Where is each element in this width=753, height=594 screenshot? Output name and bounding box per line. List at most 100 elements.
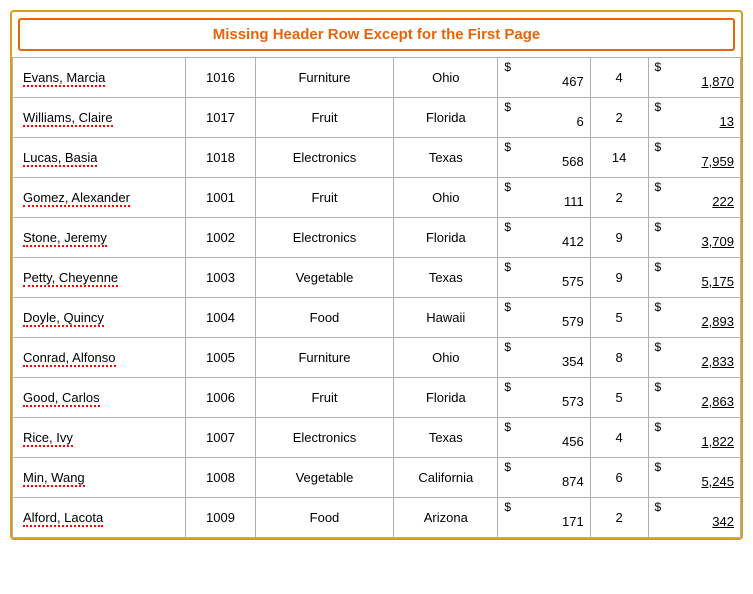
id-cell: 1008: [186, 458, 255, 498]
id-cell: 1004: [186, 298, 255, 338]
id-cell: 1005: [186, 338, 255, 378]
name-cell: Stone, Jeremy: [13, 218, 186, 258]
total-cell: $222: [648, 178, 740, 218]
category-cell: Electronics: [255, 218, 394, 258]
table-row: Petty, Cheyenne1003VegetableTexas$5759$5…: [13, 258, 741, 298]
name-cell: Alford, Lacota: [13, 498, 186, 538]
name-cell: Conrad, Alfonso: [13, 338, 186, 378]
state-cell: Arizona: [394, 498, 498, 538]
total-cell: $3,709: [648, 218, 740, 258]
state-cell: Ohio: [394, 178, 498, 218]
name-cell: Rice, Ivy: [13, 418, 186, 458]
category-cell: Vegetable: [255, 458, 394, 498]
name-cell: Gomez, Alexander: [13, 178, 186, 218]
total-cell: $1,822: [648, 418, 740, 458]
qty-cell: 9: [590, 218, 648, 258]
id-cell: 1002: [186, 218, 255, 258]
unit-price-cell: $575: [498, 258, 590, 298]
total-cell: $7,959: [648, 138, 740, 178]
unit-price-cell: $354: [498, 338, 590, 378]
qty-cell: 2: [590, 498, 648, 538]
table-row: Conrad, Alfonso1005FurnitureOhio$3548$2,…: [13, 338, 741, 378]
unit-price-cell: $171: [498, 498, 590, 538]
table-row: Doyle, Quincy1004FoodHawaii$5795$2,893: [13, 298, 741, 338]
table-row: Evans, Marcia1016FurnitureOhio$4674$1,87…: [13, 58, 741, 98]
category-cell: Furniture: [255, 338, 394, 378]
total-cell: $342: [648, 498, 740, 538]
qty-cell: 2: [590, 98, 648, 138]
total-cell: $5,175: [648, 258, 740, 298]
unit-price-cell: $6: [498, 98, 590, 138]
total-cell: $13: [648, 98, 740, 138]
state-cell: Texas: [394, 258, 498, 298]
table-row: Rice, Ivy1007ElectronicsTexas$4564$1,822: [13, 418, 741, 458]
table-row: Williams, Claire1017FruitFlorida$62$13: [13, 98, 741, 138]
qty-cell: 5: [590, 378, 648, 418]
unit-price-cell: $874: [498, 458, 590, 498]
qty-cell: 4: [590, 58, 648, 98]
name-cell: Lucas, Basia: [13, 138, 186, 178]
table-row: Stone, Jeremy1002ElectronicsFlorida$4129…: [13, 218, 741, 258]
unit-price-cell: $579: [498, 298, 590, 338]
id-cell: 1017: [186, 98, 255, 138]
total-cell: $2,833: [648, 338, 740, 378]
name-cell: Min, Wang: [13, 458, 186, 498]
qty-cell: 2: [590, 178, 648, 218]
unit-price-cell: $568: [498, 138, 590, 178]
state-cell: Hawaii: [394, 298, 498, 338]
header-title: Missing Header Row Except for the First …: [213, 26, 541, 43]
unit-price-cell: $573: [498, 378, 590, 418]
category-cell: Fruit: [255, 178, 394, 218]
qty-cell: 8: [590, 338, 648, 378]
qty-cell: 6: [590, 458, 648, 498]
data-table: Evans, Marcia1016FurnitureOhio$4674$1,87…: [12, 57, 741, 538]
category-cell: Food: [255, 498, 394, 538]
unit-price-cell: $456: [498, 418, 590, 458]
state-cell: Florida: [394, 378, 498, 418]
unit-price-cell: $467: [498, 58, 590, 98]
state-cell: Ohio: [394, 58, 498, 98]
name-cell: Good, Carlos: [13, 378, 186, 418]
table-row: Min, Wang1008VegetableCalifornia$8746$5,…: [13, 458, 741, 498]
name-cell: Williams, Claire: [13, 98, 186, 138]
total-cell: $5,245: [648, 458, 740, 498]
category-cell: Electronics: [255, 418, 394, 458]
id-cell: 1003: [186, 258, 255, 298]
unit-price-cell: $412: [498, 218, 590, 258]
state-cell: Texas: [394, 418, 498, 458]
table-row: Good, Carlos1006FruitFlorida$5735$2,863: [13, 378, 741, 418]
state-cell: Florida: [394, 218, 498, 258]
state-cell: Florida: [394, 98, 498, 138]
header-banner: Missing Header Row Except for the First …: [18, 18, 735, 51]
state-cell: Ohio: [394, 338, 498, 378]
name-cell: Evans, Marcia: [13, 58, 186, 98]
id-cell: 1006: [186, 378, 255, 418]
total-cell: $1,870: [648, 58, 740, 98]
id-cell: 1001: [186, 178, 255, 218]
qty-cell: 14: [590, 138, 648, 178]
category-cell: Fruit: [255, 98, 394, 138]
name-cell: Petty, Cheyenne: [13, 258, 186, 298]
table-row: Gomez, Alexander1001FruitOhio$1112$222: [13, 178, 741, 218]
table-row: Alford, Lacota1009FoodArizona$1712$342: [13, 498, 741, 538]
category-cell: Fruit: [255, 378, 394, 418]
page-wrapper: Missing Header Row Except for the First …: [10, 10, 743, 540]
total-cell: $2,893: [648, 298, 740, 338]
id-cell: 1009: [186, 498, 255, 538]
category-cell: Vegetable: [255, 258, 394, 298]
state-cell: Texas: [394, 138, 498, 178]
qty-cell: 9: [590, 258, 648, 298]
unit-price-cell: $111: [498, 178, 590, 218]
total-cell: $2,863: [648, 378, 740, 418]
qty-cell: 4: [590, 418, 648, 458]
id-cell: 1018: [186, 138, 255, 178]
id-cell: 1007: [186, 418, 255, 458]
name-cell: Doyle, Quincy: [13, 298, 186, 338]
category-cell: Electronics: [255, 138, 394, 178]
table-row: Lucas, Basia1018ElectronicsTexas$56814$7…: [13, 138, 741, 178]
category-cell: Furniture: [255, 58, 394, 98]
category-cell: Food: [255, 298, 394, 338]
qty-cell: 5: [590, 298, 648, 338]
state-cell: California: [394, 458, 498, 498]
id-cell: 1016: [186, 58, 255, 98]
